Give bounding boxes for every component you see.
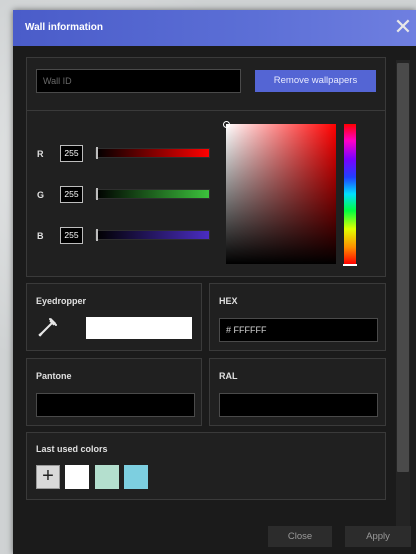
wall-id-panel: Remove wallpapers: [26, 57, 386, 113]
r-slider-handle[interactable]: [96, 147, 98, 159]
dialog-scrollbar[interactable]: [396, 60, 410, 530]
hue-slider-handle[interactable]: [343, 264, 357, 266]
ral-label: RAL: [219, 371, 238, 381]
close-icon[interactable]: ✕: [392, 14, 414, 40]
remove-wallpapers-button[interactable]: Remove wallpapers: [255, 70, 376, 92]
pantone-label: Pantone: [36, 371, 72, 381]
color-picker-panel: R 255 G 255 B 255: [26, 110, 386, 277]
hex-input[interactable]: # FFFFFF: [219, 318, 378, 342]
hue-slider[interactable]: [343, 124, 357, 266]
scrollbar-thumb[interactable]: [397, 63, 409, 472]
pantone-panel: Pantone: [26, 358, 202, 426]
color-saturation-field[interactable]: [223, 121, 336, 264]
r-slider[interactable]: [95, 147, 210, 159]
g-slider-handle[interactable]: [96, 188, 98, 200]
dialog-title: Wall information: [25, 22, 103, 33]
eyedropper-panel: Eyedropper: [26, 283, 202, 351]
b-slider[interactable]: [95, 229, 210, 241]
dialog-titlebar: Wall information ✕: [13, 10, 416, 46]
last-used-colors-label: Last used colors: [36, 444, 108, 454]
ral-input[interactable]: [219, 393, 378, 417]
eyedropper-color-preview: [86, 317, 192, 339]
g-slider[interactable]: [95, 188, 210, 200]
plus-icon: +: [42, 465, 54, 487]
hex-panel: HEX # FFFFFF: [209, 283, 386, 351]
last-used-colors-panel: Last used colors +: [26, 432, 386, 500]
saturation-picker-handle[interactable]: [223, 121, 230, 128]
eyedropper-label: Eyedropper: [36, 296, 87, 306]
g-value-input[interactable]: 255: [60, 186, 83, 203]
hex-label: HEX: [219, 296, 238, 306]
wall-id-input[interactable]: [36, 69, 241, 93]
pantone-input[interactable]: [36, 393, 195, 417]
b-value-input[interactable]: 255: [60, 227, 83, 244]
eyedropper-icon[interactable]: [37, 316, 59, 340]
add-color-button[interactable]: +: [36, 465, 60, 489]
apply-button[interactable]: Apply: [345, 526, 411, 547]
recent-color-swatch-1[interactable]: [65, 465, 89, 489]
wall-information-dialog: Wall information ✕ Remove wallpapers R 2…: [13, 10, 416, 554]
b-label: B: [37, 231, 44, 241]
b-slider-handle[interactable]: [96, 229, 98, 241]
r-label: R: [37, 149, 44, 159]
close-button[interactable]: Close: [268, 526, 332, 547]
recent-color-swatch-3[interactable]: [124, 465, 148, 489]
recent-color-swatch-2[interactable]: [95, 465, 119, 489]
ral-panel: RAL: [209, 358, 386, 426]
g-label: G: [37, 190, 45, 200]
r-value-input[interactable]: 255: [60, 145, 83, 162]
